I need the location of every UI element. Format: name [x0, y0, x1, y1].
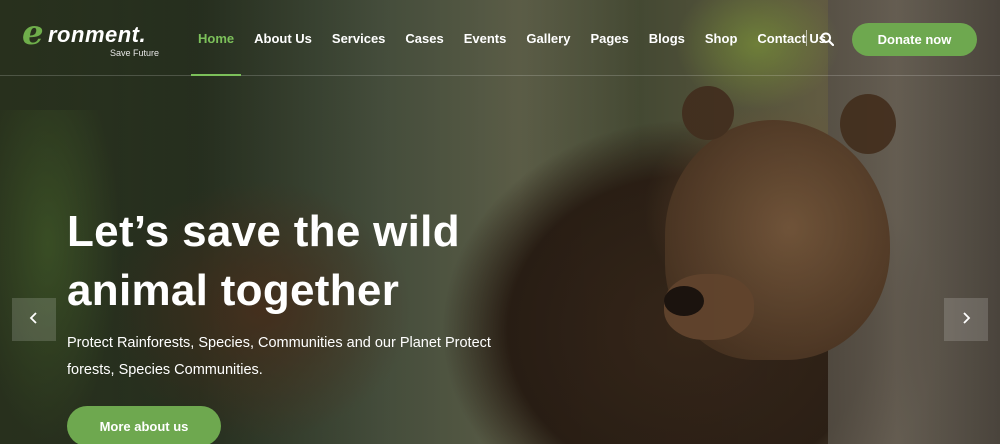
nav-item-home[interactable]: Home	[188, 0, 244, 76]
nav-item-blogs[interactable]: Blogs	[639, 0, 695, 76]
chevron-left-icon	[29, 310, 39, 329]
nav-item-shop[interactable]: Shop	[695, 0, 748, 76]
hero-slider: e ronment. Save Future Home About Us Ser…	[0, 0, 1000, 444]
subtext-line-2: forests, Species Communities.	[67, 362, 263, 378]
nav-item-events[interactable]: Events	[454, 0, 517, 76]
chevron-right-icon	[961, 310, 971, 329]
nav-item-pages[interactable]: Pages	[580, 0, 638, 76]
slider-next-button[interactable]	[944, 298, 988, 341]
search-icon[interactable]	[820, 31, 835, 47]
more-about-us-button[interactable]: More about us	[67, 406, 221, 444]
logo-tagline: Save Future	[110, 48, 160, 58]
donate-button[interactable]: Donate now	[852, 23, 977, 56]
hero-headline: Let’s save the wild animal together	[67, 202, 567, 320]
slider-prev-button[interactable]	[12, 298, 56, 341]
site-header: e ronment. Save Future Home About Us Ser…	[0, 0, 1000, 76]
hero-subtext: Protect Rainforests, Species, Communitie…	[67, 330, 537, 384]
logo[interactable]: e ronment. Save Future	[22, 16, 172, 62]
nav-item-services[interactable]: Services	[322, 0, 396, 76]
main-nav: Home About Us Services Cases Events Gall…	[188, 0, 836, 76]
logo-name: ronment.	[48, 22, 147, 47]
nav-divider	[806, 30, 807, 46]
logo-mark: e	[22, 13, 44, 53]
headline-line-2: animal together	[67, 266, 400, 315]
headline-line-1: Let’s save the wild	[67, 207, 460, 256]
nav-item-cases[interactable]: Cases	[395, 0, 453, 76]
nav-item-about-us[interactable]: About Us	[244, 0, 322, 76]
subtext-line-1: Protect Rainforests, Species, Communitie…	[67, 335, 491, 351]
nav-item-gallery[interactable]: Gallery	[516, 0, 580, 76]
